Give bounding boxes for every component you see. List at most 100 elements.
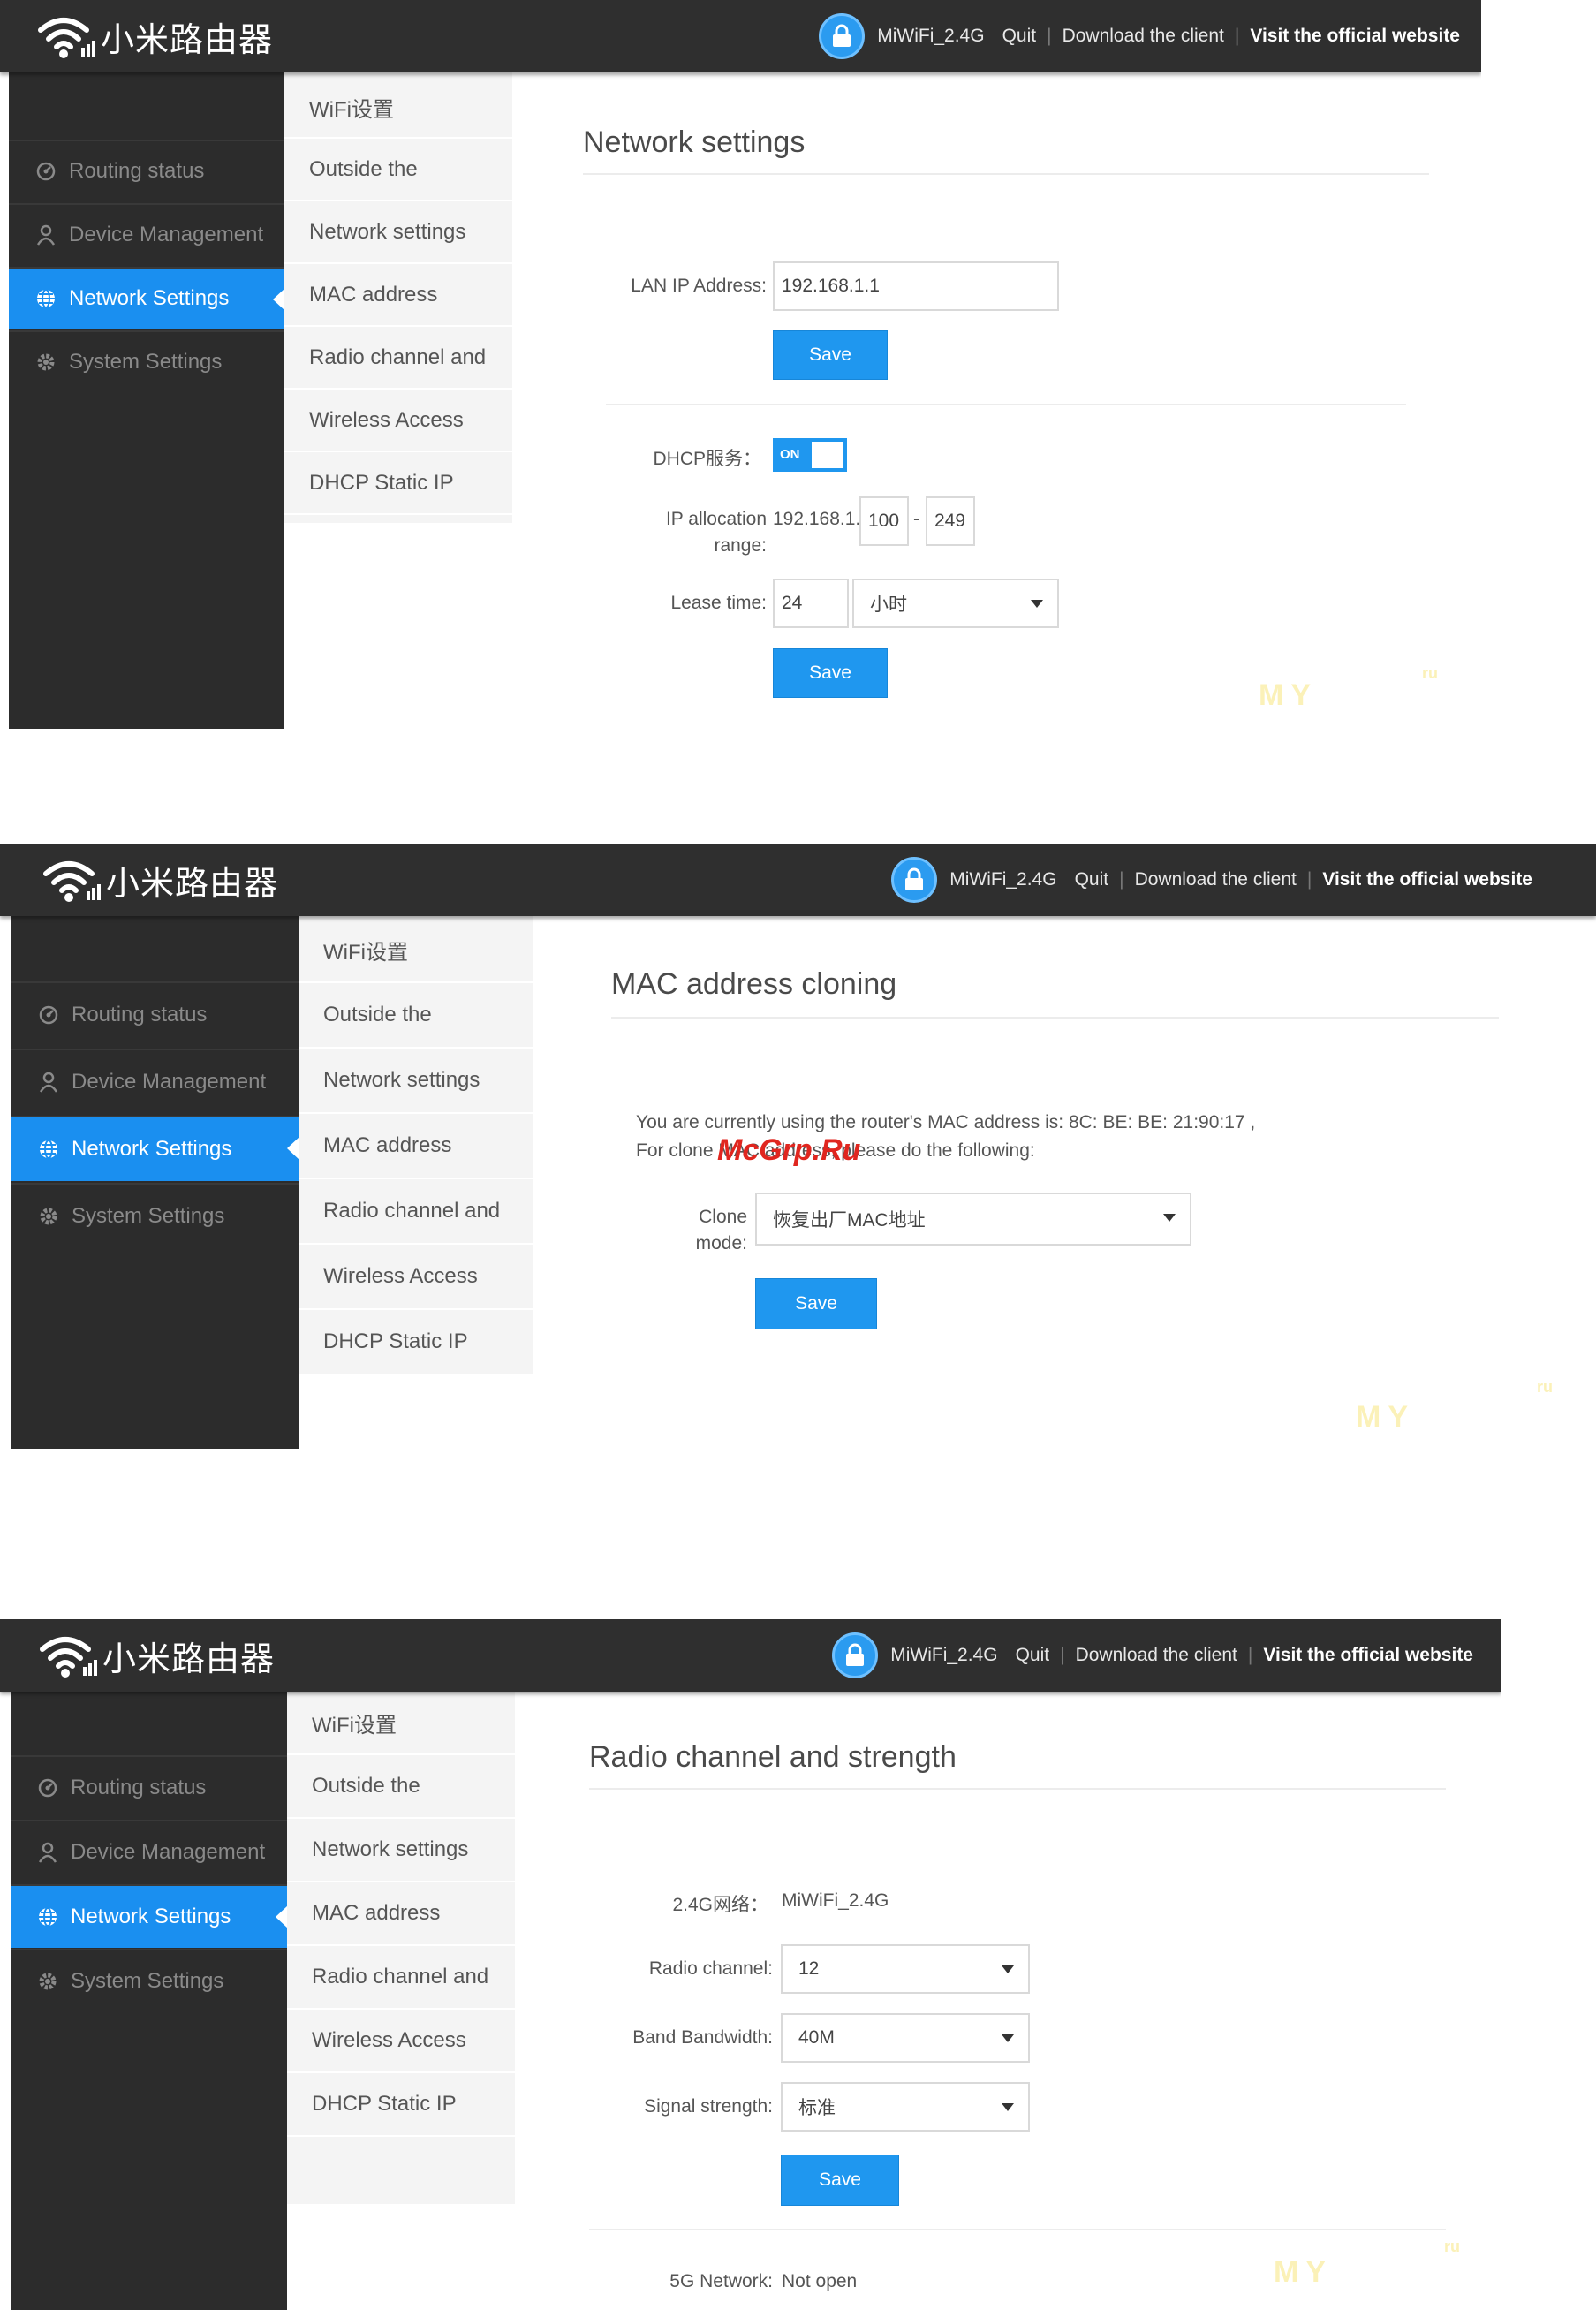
subnav-item-radio-channel[interactable]: Radio channel and — [287, 1946, 515, 2010]
clone-mode-select[interactable]: 恢复出厂MAC地址 — [755, 1193, 1191, 1246]
sidebar-item-label: Device Management — [69, 223, 264, 246]
routing-status-icon — [39, 1005, 58, 1025]
ip-range-end-input[interactable]: 249 — [926, 496, 975, 546]
toggle-on-label: ON — [780, 447, 800, 462]
quit-link[interactable]: Quit — [1002, 26, 1037, 47]
sub-nav: WiFi设置 Outside the Network settings MAC … — [299, 916, 533, 1375]
ip-range-start-input[interactable]: 100 — [859, 496, 909, 546]
subnav-item-mac-address[interactable]: MAC address — [287, 1882, 515, 1946]
lock-icon[interactable] — [832, 1632, 879, 1678]
subnav-item-network-settings[interactable]: Network settings — [287, 1819, 515, 1882]
network-24g-value: MiWiFi_2.4G — [782, 1890, 889, 1911]
divider — [589, 2229, 1446, 2230]
logo-text: 小米路由器 — [106, 863, 279, 903]
divider: | — [1119, 869, 1124, 890]
subnav-item-wireless-access[interactable]: Wireless Access — [299, 1245, 533, 1310]
download-client-link[interactable]: Download the client — [1076, 1645, 1237, 1666]
subnav-item-dhcp-static-ip[interactable]: DHCP Static IP — [287, 2073, 515, 2137]
lan-ip-input[interactable]: 192.168.1.1 — [773, 261, 1059, 311]
lease-unit-value: 小时 — [870, 595, 907, 615]
sidebar-item-network-settings[interactable]: Network Settings — [9, 267, 285, 329]
sidebar-item-routing-status[interactable]: Routing status — [11, 981, 299, 1047]
quit-link[interactable]: Quit — [1016, 1645, 1050, 1666]
subnav-item-radio-channel[interactable]: Radio channel and — [284, 328, 512, 390]
radio-channel-label: Radio channel: — [648, 1958, 773, 1979]
sidebar-item-device-management[interactable]: Device Management — [9, 203, 284, 265]
globe-icon — [39, 1907, 57, 1927]
sidebar-item-system-settings[interactable]: System Settings — [11, 1183, 299, 1248]
wifi-name: MiWiFi_2.4G — [890, 1645, 998, 1665]
band-bandwidth-value: 40M — [798, 2027, 835, 2048]
sidebar-item-network-settings[interactable]: Network Settings — [11, 1116, 299, 1181]
sidebar-item-system-settings[interactable]: System Settings — [11, 1949, 287, 2012]
logo: 小米路由器 — [42, 856, 278, 904]
subnav-item-dhcp-static-ip[interactable]: DHCP Static IP — [284, 453, 512, 515]
lease-time-input[interactable]: 24 — [773, 579, 849, 628]
page-title: Radio channel and strength — [589, 1740, 957, 1774]
chevron-down-icon — [1031, 600, 1043, 608]
subnav-item-wifi[interactable]: WiFi设置 — [287, 1692, 515, 1755]
top-nav: MiWiFi_2.4G Quit | Download the client |… — [891, 857, 1541, 903]
save-dhcp-button[interactable]: Save — [773, 648, 888, 698]
logo: 小米路由器 — [39, 1632, 275, 1679]
subnav-item-network-settings[interactable]: Network settings — [299, 1049, 533, 1114]
chevron-down-icon — [1002, 2034, 1014, 2042]
official-website-link[interactable]: Visit the official website — [1322, 869, 1532, 890]
sidebar-item-routing-status[interactable]: Routing status — [9, 140, 284, 201]
subnav-item-mac-address[interactable]: MAC address — [299, 1114, 533, 1179]
subnav-item-outside[interactable]: Outside the — [287, 1755, 515, 1819]
sidebar-item-routing-status[interactable]: Routing status — [11, 1755, 287, 1819]
subnav-item-wifi[interactable]: WiFi设置 — [299, 918, 533, 983]
subnav-item-dhcp-static-ip[interactable]: DHCP Static IP — [299, 1310, 533, 1375]
sidebar-item-label: Network Settings — [71, 1905, 231, 1928]
download-client-link[interactable]: Download the client — [1063, 26, 1224, 47]
save-mac-button[interactable]: Save — [755, 1278, 877, 1329]
divider: | — [1234, 26, 1240, 46]
logo-text: 小米路由器 — [101, 19, 274, 59]
sidebar-item-label: System Settings — [69, 350, 223, 374]
page-title: MAC address cloning — [611, 967, 897, 1001]
top-nav: MiWiFi_2.4G Quit | Download the client |… — [819, 13, 1469, 59]
sidebar-item-label: Network Settings — [69, 286, 230, 310]
screenshot-network-settings: 小米路由器 MiWiFi_2.4G Quit | Download the cl… — [0, 0, 1481, 729]
subnav-item-wireless-access[interactable]: Wireless Access — [287, 2010, 515, 2073]
divider: | — [1306, 869, 1312, 890]
subnav-item-wireless-access[interactable]: Wireless Access — [284, 390, 512, 452]
subnav-item-radio-channel[interactable]: Radio channel and — [299, 1179, 533, 1245]
subnav-item-wifi[interactable]: WiFi设置 — [284, 77, 512, 139]
clone-mode-value: 恢复出厂MAC地址 — [773, 1210, 926, 1231]
sidebar-item-label: Device Management — [71, 1840, 266, 1864]
sub-nav: WiFi设置 Outside the Network settings MAC … — [287, 1692, 515, 2204]
radio-channel-select[interactable]: 12 — [781, 1944, 1030, 1994]
download-client-link[interactable]: Download the client — [1135, 869, 1297, 890]
dhcp-toggle[interactable]: ON — [773, 438, 847, 472]
watermark-logo: MY — [1274, 2255, 1333, 2289]
quit-link[interactable]: Quit — [1075, 869, 1109, 890]
band-bandwidth-select[interactable]: 40M — [781, 2013, 1030, 2063]
subnav-item-mac-address[interactable]: MAC address — [284, 265, 512, 327]
network-24g-label: 2.4G网络： — [672, 1895, 768, 1915]
signal-strength-select[interactable]: 标准 — [781, 2082, 1030, 2132]
sidebar-item-device-management[interactable]: Device Management — [11, 1049, 299, 1114]
screenshot-radio-channel: 小米路由器 MiWiFi_2.4G Quit | Download the cl… — [0, 1619, 1501, 2310]
subnav-item-outside[interactable]: Outside the — [284, 140, 512, 201]
subnav-item-outside[interactable]: Outside the — [299, 983, 533, 1049]
lock-icon[interactable] — [819, 13, 866, 59]
wifi-logo-icon — [40, 1637, 97, 1678]
routing-status-icon — [38, 1778, 57, 1798]
save-lan-button[interactable]: Save — [773, 330, 888, 380]
sidebar-item-network-settings[interactable]: Network Settings — [11, 1884, 288, 1948]
subnav-item-network-settings[interactable]: Network settings — [284, 202, 512, 264]
divider: | — [1060, 1645, 1065, 1665]
lease-unit-select[interactable]: 小时 — [852, 579, 1059, 628]
user-icon — [39, 1072, 58, 1093]
sidebar-item-system-settings[interactable]: System Settings — [9, 330, 284, 392]
save-radio-button[interactable]: Save — [781, 2155, 899, 2206]
sidebar-item-device-management[interactable]: Device Management — [11, 1820, 287, 1883]
official-website-link[interactable]: Visit the official website — [1263, 1645, 1473, 1666]
official-website-link[interactable]: Visit the official website — [1250, 26, 1460, 47]
globe-icon — [37, 289, 55, 308]
lock-icon[interactable] — [891, 857, 938, 903]
chevron-down-icon — [1002, 1965, 1014, 1973]
divider: | — [1247, 1645, 1253, 1665]
